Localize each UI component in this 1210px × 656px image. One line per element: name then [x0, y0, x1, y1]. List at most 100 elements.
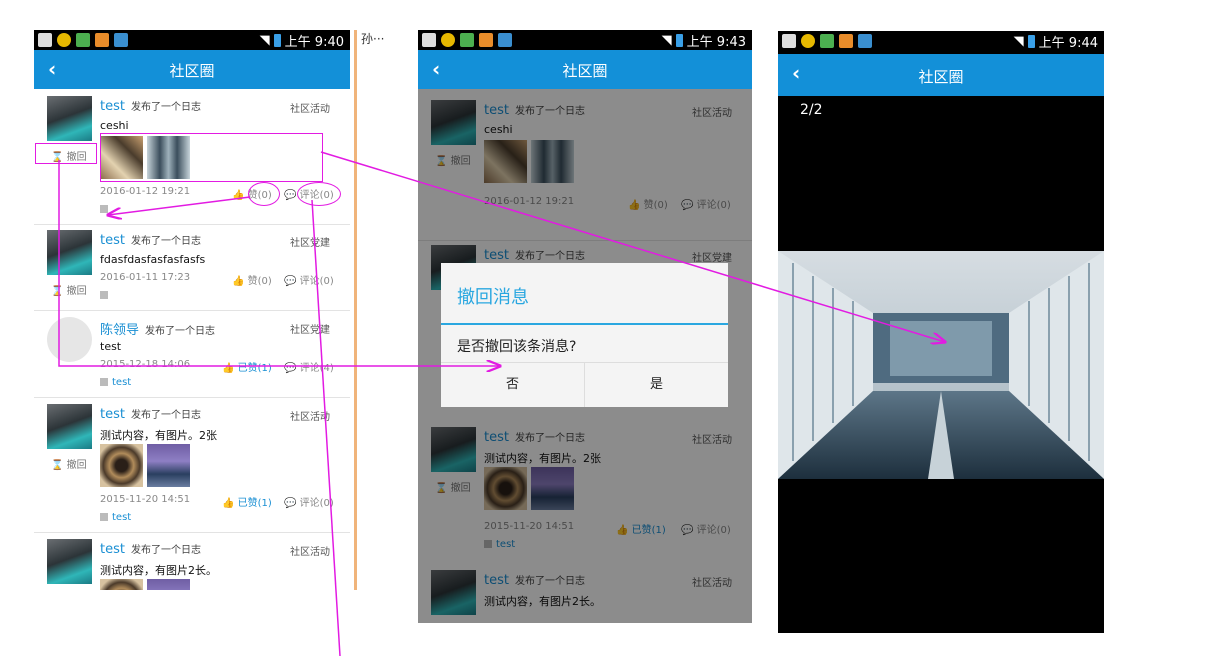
app-icon	[57, 33, 71, 47]
highlight-withdraw	[35, 143, 97, 164]
post-images	[100, 444, 190, 487]
tag-label[interactable]: test	[112, 377, 131, 388]
post-tag	[100, 290, 112, 301]
app-icon	[801, 34, 815, 48]
battery-icon	[1027, 35, 1035, 48]
screen-feed: ◥ 上午 9:40 ‹ 社区圈 ⌛ 撤回 test 发布了一个日志 社区活动 ce…	[34, 30, 350, 590]
post-tag[interactable]: test	[100, 377, 131, 388]
post-content: fdasfdasfasfasfasfs	[100, 253, 206, 266]
app-icon	[498, 33, 512, 47]
user-name[interactable]: test	[100, 542, 125, 557]
app-icon	[441, 33, 455, 47]
divider	[34, 532, 350, 533]
app-icon	[479, 33, 493, 47]
like-label: 已赞(1)	[237, 363, 272, 374]
post-action: 发布了一个日志	[130, 102, 201, 113]
wifi-icon: ◥	[1013, 34, 1024, 49]
post-image[interactable]	[147, 579, 190, 590]
dialog-divider	[441, 323, 728, 325]
like-label: 赞(0)	[247, 276, 272, 287]
comment-label: 评论(4)	[299, 363, 334, 374]
post-content: 测试内容，有图片2长。	[100, 564, 217, 577]
app-icon	[839, 34, 853, 48]
page-title: 社区圈	[169, 62, 215, 80]
user-name[interactable]: test	[100, 233, 125, 248]
status-bar: ◥ 上午 9:44	[778, 31, 1104, 51]
cancel-button[interactable]: 否	[441, 363, 584, 407]
avatar[interactable]	[47, 317, 92, 362]
separator-bar	[354, 30, 357, 590]
post-action: 发布了一个日志	[130, 545, 201, 556]
comment-button[interactable]: 💬 评论(0)	[284, 272, 334, 287]
comment-label: 评论(0)	[299, 276, 334, 287]
post-category: 社区党建	[290, 238, 330, 249]
list-item: test 发布了一个日志 社区活动 测试内容，有图片2长。	[34, 539, 350, 590]
user-name[interactable]: 陈领导	[100, 323, 139, 338]
post-time: 2016-01-11 17:23	[100, 272, 191, 283]
status-icons: ◥ 上午 9:40	[260, 31, 344, 50]
app-icon	[460, 33, 474, 47]
wifi-icon: ◥	[661, 33, 672, 48]
post-user[interactable]: test 发布了一个日志	[100, 541, 201, 557]
avatar[interactable]	[47, 404, 92, 449]
like-button[interactable]: 👍 赞(0)	[232, 272, 272, 287]
post-user[interactable]: 陈领导 发布了一个日志	[100, 319, 215, 338]
clock: 上午 9:40	[284, 35, 344, 50]
post-image[interactable]	[147, 444, 190, 487]
post-content: ceshi	[100, 119, 129, 132]
clock: 上午 9:44	[1038, 36, 1098, 51]
divider	[34, 310, 350, 311]
post-user[interactable]: test 发布了一个日志	[100, 406, 201, 422]
app-icon	[820, 34, 834, 48]
confirm-button[interactable]: 是	[584, 363, 728, 407]
post-user[interactable]: test 发布了一个日志	[100, 232, 201, 248]
avatar[interactable]	[47, 230, 92, 275]
user-name[interactable]: test	[100, 99, 125, 114]
post-action: 发布了一个日志	[130, 236, 201, 247]
divider	[34, 397, 350, 398]
dialog-message: 是否撤回该条消息?	[457, 339, 577, 355]
like-button[interactable]: 👍 已赞(1)	[222, 359, 272, 374]
full-image[interactable]	[778, 251, 1104, 479]
clock: 上午 9:43	[686, 35, 746, 50]
app-icon	[422, 33, 436, 47]
status-bar: ◥ 上午 9:43	[418, 30, 752, 50]
status-icons: ◥ 上午 9:44	[1014, 32, 1098, 51]
post-category: 社区活动	[290, 104, 330, 115]
comment-button[interactable]: 💬 评论(4)	[284, 359, 334, 374]
highlight-like	[248, 182, 280, 206]
app-icon	[858, 34, 872, 48]
like-button[interactable]: 👍 已赞(1)	[222, 494, 272, 509]
app-bar: ‹ 社区圈	[34, 50, 350, 89]
post-user[interactable]: test 发布了一个日志	[100, 98, 201, 114]
post-image[interactable]	[100, 444, 143, 487]
highlight-images	[100, 133, 323, 182]
page-title: 社区圈	[562, 62, 608, 80]
app-icon	[76, 33, 90, 47]
post-category: 社区活动	[290, 547, 330, 558]
list-item: ⌛ 撤回 test 发布了一个日志 社区党建 fdasfdasfasfasfasf…	[34, 230, 350, 310]
avatar[interactable]	[47, 96, 92, 141]
side-note: 孙···	[361, 32, 385, 46]
screen-withdraw-dialog: ◥ 上午 9:43 ‹ 社区圈 ⌛ 撤回 test 发布了一个日志 社区活动 ce…	[418, 30, 752, 623]
avatar[interactable]	[47, 539, 92, 584]
user-name[interactable]: test	[100, 407, 125, 422]
comment-button[interactable]: 💬 评论(0)	[284, 494, 334, 509]
app-icon	[95, 33, 109, 47]
dialog-buttons: 否 是	[441, 362, 728, 407]
withdraw-button[interactable]: ⌛ 撤回	[51, 456, 87, 471]
app-bar: ‹ 社区圈	[778, 54, 1104, 96]
page-title: 社区圈	[918, 68, 964, 86]
post-image[interactable]	[100, 579, 143, 590]
withdraw-button[interactable]: ⌛ 撤回	[51, 282, 87, 297]
app-icon	[38, 33, 52, 47]
highlight-comment	[297, 182, 341, 206]
post-category: 社区活动	[290, 412, 330, 423]
notification-icons	[422, 33, 512, 47]
divider	[34, 224, 350, 225]
tag-label[interactable]: test	[112, 512, 131, 523]
post-time: 2015-12-18 14:06	[100, 359, 191, 370]
app-icon	[782, 34, 796, 48]
app-icon	[114, 33, 128, 47]
post-tag[interactable]: test	[100, 512, 131, 523]
